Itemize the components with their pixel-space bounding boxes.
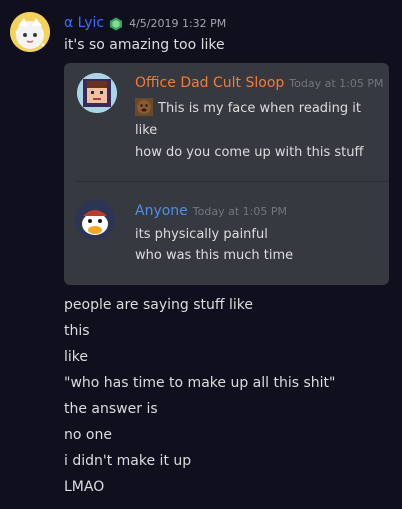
quoted-line: who was this much time [135, 248, 294, 263]
face-emoji-icon [135, 98, 153, 116]
green-hexagon-badge-icon [109, 16, 123, 31]
quoted-header: Anyone Today at 1:05 PM [135, 203, 287, 219]
quoted-author-name[interactable]: Office Dad Cult Sloop [135, 75, 284, 91]
quoted-author-name[interactable]: Anyone [135, 203, 188, 219]
message-group: α Lyic 4/5/2019 1:32 PM it's so amazing … [0, 0, 402, 509]
quoted-line: like [135, 123, 158, 138]
message-line: i didn't make it up [64, 453, 192, 469]
message-line: LMAO [64, 479, 105, 495]
message-line: people are saying stuff like [64, 297, 254, 313]
quoted-author-avatar[interactable] [75, 200, 115, 240]
quoted-divider [75, 181, 389, 182]
message-timestamp: 4/5/2019 1:32 PM [129, 16, 227, 30]
message-line: the answer is [64, 401, 158, 417]
message-line: "who has time to make up all this shit" [64, 375, 336, 391]
message-line: it's so amazing too like [64, 37, 225, 53]
quoted-timestamp: Today at 1:05 PM [289, 77, 384, 90]
message-line: this [64, 323, 90, 339]
message-line: like [64, 349, 89, 365]
quoted-line: its physically painful [135, 227, 268, 242]
quoted-header: Office Dad Cult Sloop Today at 1:05 PM [135, 75, 383, 91]
quoted-line: how do you come up with this stuff [135, 145, 364, 160]
message-line: no one [64, 427, 112, 443]
quoted-line: This is my face when reading it [135, 98, 361, 118]
message-header: α Lyic 4/5/2019 1:32 PM [64, 13, 226, 33]
quoted-line-text: This is my face when reading it [158, 101, 361, 116]
author-avatar[interactable] [10, 12, 50, 52]
quoted-author-avatar[interactable] [77, 73, 117, 113]
author-name[interactable]: α Lyic [64, 15, 104, 31]
quoted-timestamp: Today at 1:05 PM [192, 205, 287, 218]
